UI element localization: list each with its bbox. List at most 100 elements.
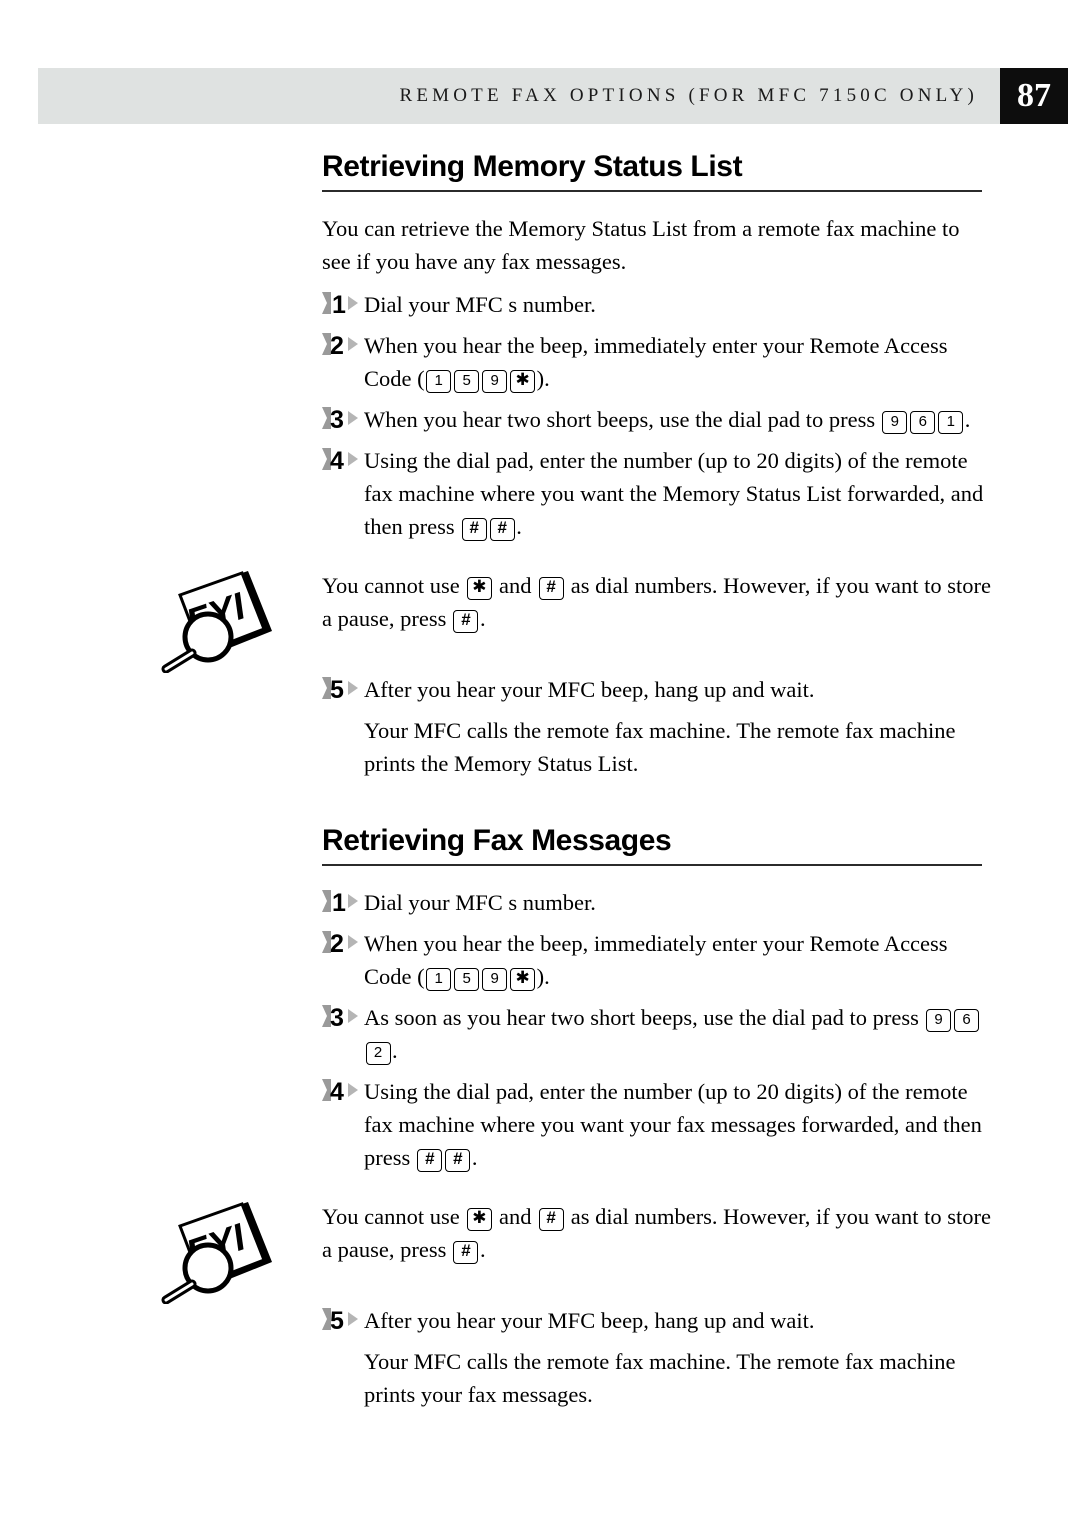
key-hash: # — [453, 610, 479, 633]
key-hash: # — [445, 1149, 471, 1172]
fyi-note: FYI You cannot use ✱ and # as dial numbe… — [0, 1200, 1080, 1304]
key-1: 1 — [426, 370, 452, 393]
key-hash: # — [538, 577, 564, 600]
step-item: 1 Dial your MFC s number. — [322, 886, 990, 919]
svg-text:1: 1 — [332, 291, 346, 317]
step-item: 3 When you hear two short beeps, use the… — [322, 403, 990, 436]
step-text-before: As soon as you hear two short beeps, use… — [364, 1005, 925, 1030]
svg-text:3: 3 — [330, 406, 344, 432]
svg-text:2: 2 — [330, 332, 344, 358]
key-hash: # — [538, 1208, 564, 1231]
key-6: 6 — [910, 411, 936, 434]
svg-text:4: 4 — [330, 1078, 344, 1104]
svg-text:5: 5 — [330, 1307, 344, 1333]
step-text: As soon as you hear two short beeps, use… — [364, 1001, 990, 1067]
fyi-icon: FYI — [152, 1200, 276, 1304]
step-continuation-text: Your MFC calls the remote fax machine. T… — [364, 718, 956, 776]
step-marker-icon: 1 — [322, 887, 362, 915]
step-marker-icon: 2 — [322, 928, 362, 956]
key-1: 1 — [938, 411, 964, 434]
key-2: 2 — [365, 1042, 391, 1065]
step-text-before: When you hear two short beeps, use the d… — [364, 407, 881, 432]
step-marker-icon: 4 — [322, 445, 362, 473]
step-marker-icon: 3 — [322, 404, 362, 432]
step-item: 2 When you hear the beep, immediately en… — [322, 329, 990, 395]
svg-text:3: 3 — [330, 1004, 344, 1030]
step-marker-icon: 2 — [322, 330, 362, 358]
step-item: 2 When you hear the beep, immediately en… — [322, 927, 990, 993]
step-text: When you hear the beep, immediately ente… — [364, 329, 990, 395]
key-5: 5 — [454, 968, 480, 991]
svg-text:2: 2 — [330, 930, 344, 956]
key-9: 9 — [482, 968, 508, 991]
note-text-mid1: and — [493, 1204, 538, 1229]
step-continuation-text: Your MFC calls the remote fax machine. T… — [364, 1349, 956, 1407]
step-marker-icon: 1 — [322, 289, 362, 317]
section-heading: Retrieving Memory Status List — [322, 150, 982, 192]
step-text-after: . — [392, 1038, 398, 1063]
step-item: 3 As soon as you hear two short beeps, u… — [322, 1001, 990, 1067]
key-9: 9 — [482, 370, 508, 393]
svg-text:5: 5 — [330, 676, 344, 702]
step-text-after: . — [471, 1145, 478, 1170]
step-text-before: When you hear the beep, immediately ente… — [364, 931, 948, 989]
step-text: After you hear your MFC beep, hang up an… — [364, 1308, 815, 1333]
step-item: 5 After you hear your MFC beep, hang up … — [322, 1304, 990, 1337]
step-text: Using the dial pad, enter the number (up… — [364, 1075, 990, 1174]
key-hash: # — [417, 1149, 443, 1172]
note-text-after: . — [479, 1237, 486, 1262]
step-item: 4 Using the dial pad, enter the number (… — [322, 444, 990, 543]
step-item: 4 Using the dial pad, enter the number (… — [322, 1075, 990, 1174]
section-heading: Retrieving Fax Messages — [322, 824, 982, 866]
step-item: 5 After you hear your MFC beep, hang up … — [322, 673, 990, 706]
step-text: After you hear your MFC beep, hang up an… — [364, 677, 815, 702]
step-marker-icon: 5 — [322, 1305, 362, 1333]
key-hash: # — [489, 518, 515, 541]
note-text-before: You cannot use — [322, 573, 466, 598]
step-marker-icon: 5 — [322, 674, 362, 702]
key-star: ✱ — [466, 1208, 492, 1231]
page-content: Retrieving Memory Status List You can re… — [0, 150, 1080, 1411]
step-text-after: ). — [536, 366, 550, 391]
key-6: 6 — [954, 1009, 980, 1032]
step-text: When you hear two short beeps, use the d… — [364, 403, 990, 436]
step-item: 1 Dial your MFC s number. — [322, 288, 990, 321]
step-marker-icon: 4 — [322, 1076, 362, 1104]
fyi-note: FYI You cannot use ✱ and # as dial numbe… — [0, 569, 1080, 673]
page-number-badge: 87 — [1000, 68, 1068, 124]
key-9: 9 — [882, 411, 908, 434]
fyi-icon: FYI — [152, 569, 276, 673]
step-marker-icon: 3 — [322, 1002, 362, 1030]
step-text-after: . — [964, 407, 971, 432]
step-text-after: . — [516, 514, 522, 539]
step-text-after: ). — [536, 964, 550, 989]
key-star: ✱ — [510, 370, 536, 393]
step-text: Dial your MFC s number. — [364, 292, 596, 317]
svg-text:4: 4 — [330, 447, 344, 473]
note-text-before: You cannot use — [322, 1204, 466, 1229]
section-retrieving-memory-status-list: Retrieving Memory Status List You can re… — [0, 150, 1080, 780]
key-hash: # — [453, 1241, 479, 1264]
key-star: ✱ — [510, 968, 536, 991]
key-star: ✱ — [466, 577, 492, 600]
svg-text:1: 1 — [332, 889, 346, 915]
section-retrieving-fax-messages: Retrieving Fax Messages 1 Dial your MFC … — [0, 824, 1080, 1411]
key-1: 1 — [426, 968, 452, 991]
fyi-note-text: You cannot use ✱ and # as dial numbers. … — [322, 1200, 994, 1266]
note-text-mid1: and — [493, 573, 538, 598]
step-text: Using the dial pad, enter the number (up… — [364, 444, 990, 543]
